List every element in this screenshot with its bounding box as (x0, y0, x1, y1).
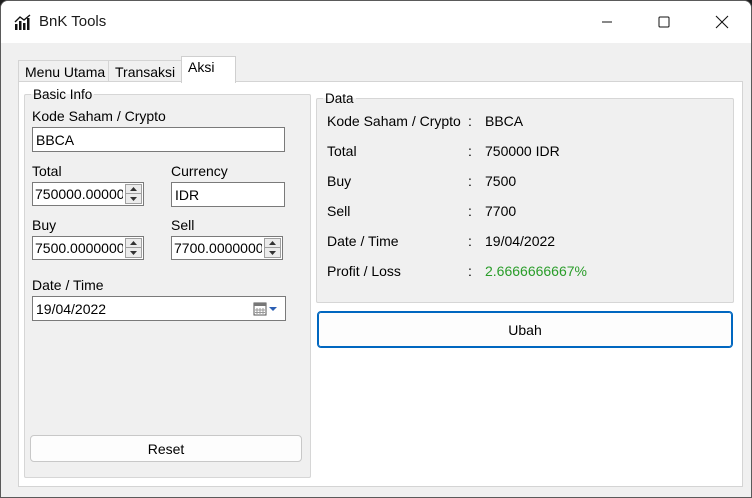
total-spin-buttons (125, 184, 142, 204)
data-kode-value: BBCA (485, 113, 524, 129)
sell-increment-button[interactable] (265, 239, 280, 248)
currency-label: Currency (171, 163, 228, 179)
data-date-label: Date / Time (327, 233, 399, 249)
tab-aksi[interactable]: Aksi (181, 56, 236, 83)
data-separator: : (468, 143, 472, 159)
data-profit-value: 2.6666666667% (485, 263, 587, 279)
title-bar: BnK Tools (1, 1, 751, 43)
reset-button-label: Reset (147, 441, 185, 457)
currency-input-value: IDR (175, 187, 200, 203)
buy-increment-button[interactable] (126, 239, 141, 248)
caret-down-icon (130, 250, 137, 255)
caret-down-icon (130, 196, 137, 201)
tab-menu-utama[interactable]: Menu Utama (18, 60, 109, 82)
ubah-button[interactable]: Ubah (317, 311, 733, 348)
caret-down-icon (269, 250, 276, 255)
data-separator: : (468, 173, 472, 189)
window-title: BnK Tools (39, 13, 107, 30)
date-picker[interactable]: 19/04/2022 (32, 296, 286, 321)
data-total-value: 750000 IDR (485, 143, 560, 159)
data-kode-label: Kode Saham / Crypto (327, 113, 461, 129)
tab-panel-aksi: Basic Info Kode Saham / Crypto BBCA Tota… (18, 81, 743, 487)
kode-input[interactable]: BBCA (32, 127, 285, 152)
buy-stepper-value: 7500.0000000 (35, 240, 123, 256)
caret-up-icon (130, 187, 137, 191)
total-increment-button[interactable] (126, 185, 141, 194)
maximize-icon (658, 16, 670, 28)
sell-spin-buttons (264, 238, 281, 258)
total-stepper[interactable]: 750000.000000 (32, 182, 144, 206)
app-window: BnK Tools Menu Utama Transaksi Aksi Basi… (0, 0, 752, 498)
caret-up-icon (269, 241, 276, 245)
calendar-dropdown-icon[interactable] (253, 301, 281, 317)
reset-button[interactable]: Reset (30, 435, 302, 462)
close-icon (715, 15, 729, 29)
buy-label: Buy (32, 217, 57, 233)
minimize-button[interactable] (578, 1, 636, 43)
kode-input-value: BBCA (36, 132, 75, 148)
close-button[interactable] (693, 1, 751, 43)
chart-bars-icon (14, 14, 31, 30)
data-separator: : (468, 203, 472, 219)
sell-label: Sell (171, 217, 195, 233)
buy-spin-buttons (125, 238, 142, 258)
maximize-button[interactable] (635, 1, 693, 43)
sell-stepper-value: 7700.0000000 (174, 240, 262, 256)
date-picker-value: 19/04/2022 (36, 301, 107, 317)
data-profit-label: Profit / Loss (327, 263, 401, 279)
data-separator: : (468, 233, 472, 249)
data-separator: : (468, 263, 472, 279)
kode-label: Kode Saham / Crypto (32, 108, 166, 124)
total-decrement-button[interactable] (126, 194, 141, 203)
minimize-icon (602, 21, 612, 23)
tab-transaksi[interactable]: Transaksi (108, 60, 182, 82)
data-date-value: 19/04/2022 (485, 233, 556, 249)
total-stepper-value: 750000.000000 (35, 186, 123, 202)
total-label: Total (32, 163, 62, 179)
ubah-button-label: Ubah (508, 322, 542, 338)
data-sell-label: Sell (327, 203, 351, 219)
basic-info-legend: Basic Info (33, 87, 93, 102)
data-buy-label: Buy (327, 173, 352, 189)
date-label: Date / Time (32, 277, 104, 293)
buy-stepper[interactable]: 7500.0000000 (32, 236, 144, 260)
data-sell-value: 7700 (485, 203, 517, 219)
sell-decrement-button[interactable] (265, 248, 280, 257)
data-separator: : (468, 113, 472, 129)
data-legend: Data (325, 91, 354, 106)
currency-input[interactable]: IDR (171, 182, 285, 207)
data-buy-value: 7500 (485, 173, 517, 189)
sell-stepper[interactable]: 7700.0000000 (171, 236, 283, 260)
data-total-label: Total (327, 143, 357, 159)
caret-up-icon (130, 241, 137, 245)
buy-decrement-button[interactable] (126, 248, 141, 257)
